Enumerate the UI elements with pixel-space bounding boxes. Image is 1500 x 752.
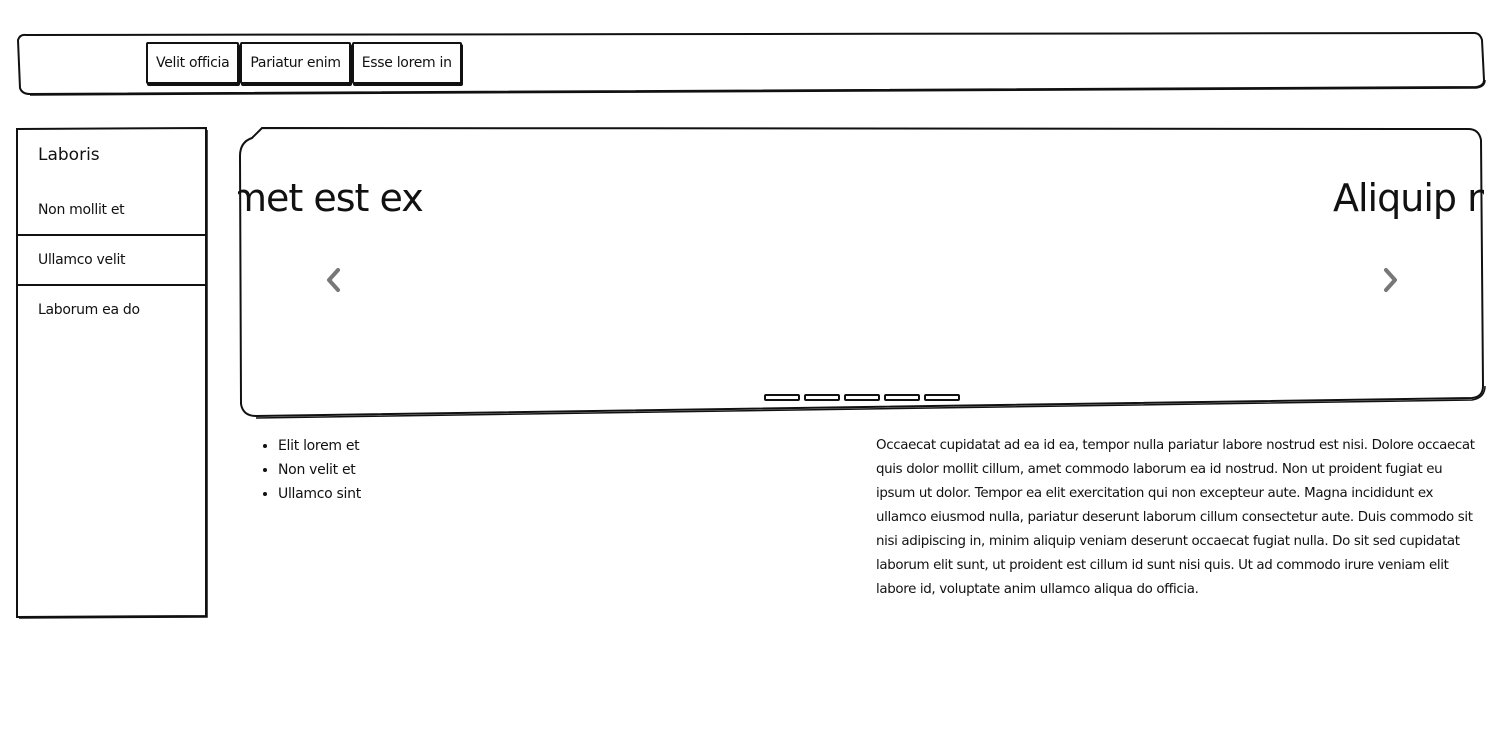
nav-button-pariatur-enim[interactable]: Pariatur enim bbox=[240, 42, 351, 84]
header-nav: Velit officia Pariatur enim Esse lorem i… bbox=[146, 42, 463, 84]
bullet-list: Elit lorem et Non velit et Ullamco sint bbox=[258, 434, 361, 506]
carousel-indicator[interactable] bbox=[844, 394, 880, 401]
carousel-indicator[interactable] bbox=[924, 394, 960, 401]
sidebar-item-ullamco-velit[interactable]: Ullamco velit bbox=[16, 235, 206, 285]
list-item: Ullamco sint bbox=[278, 482, 361, 506]
list-item: Elit lorem et bbox=[278, 434, 361, 458]
carousel-indicator[interactable] bbox=[884, 394, 920, 401]
carousel-indicators bbox=[764, 394, 960, 401]
sidebar-item-laborum-ea-do[interactable]: Laborum ea do bbox=[16, 285, 206, 335]
nav-button-velit-officia[interactable]: Velit officia bbox=[146, 42, 240, 84]
slide-right-text: Aliquip no bbox=[1333, 176, 1484, 220]
carousel-indicator[interactable] bbox=[804, 394, 840, 401]
list-item: Non velit et bbox=[278, 458, 361, 482]
sidebar-item-non-mollit-et[interactable]: Non mollit et bbox=[16, 185, 206, 235]
carousel: met est ex Aliquip no bbox=[238, 128, 1484, 418]
chevron-left-icon[interactable] bbox=[322, 266, 346, 294]
nav-button-esse-lorem-in[interactable]: Esse lorem in bbox=[351, 42, 462, 84]
slide-left-text: met est ex bbox=[238, 176, 424, 220]
sidebar: Laboris Non mollit et Ullamco velit Labo… bbox=[16, 126, 208, 619]
chevron-right-icon[interactable] bbox=[1378, 266, 1402, 294]
sidebar-title: Laboris bbox=[38, 145, 100, 165]
body-paragraph: Occaecat cupidatat ad ea id ea, tempor n… bbox=[876, 438, 1475, 597]
carousel-indicator[interactable] bbox=[764, 394, 800, 401]
